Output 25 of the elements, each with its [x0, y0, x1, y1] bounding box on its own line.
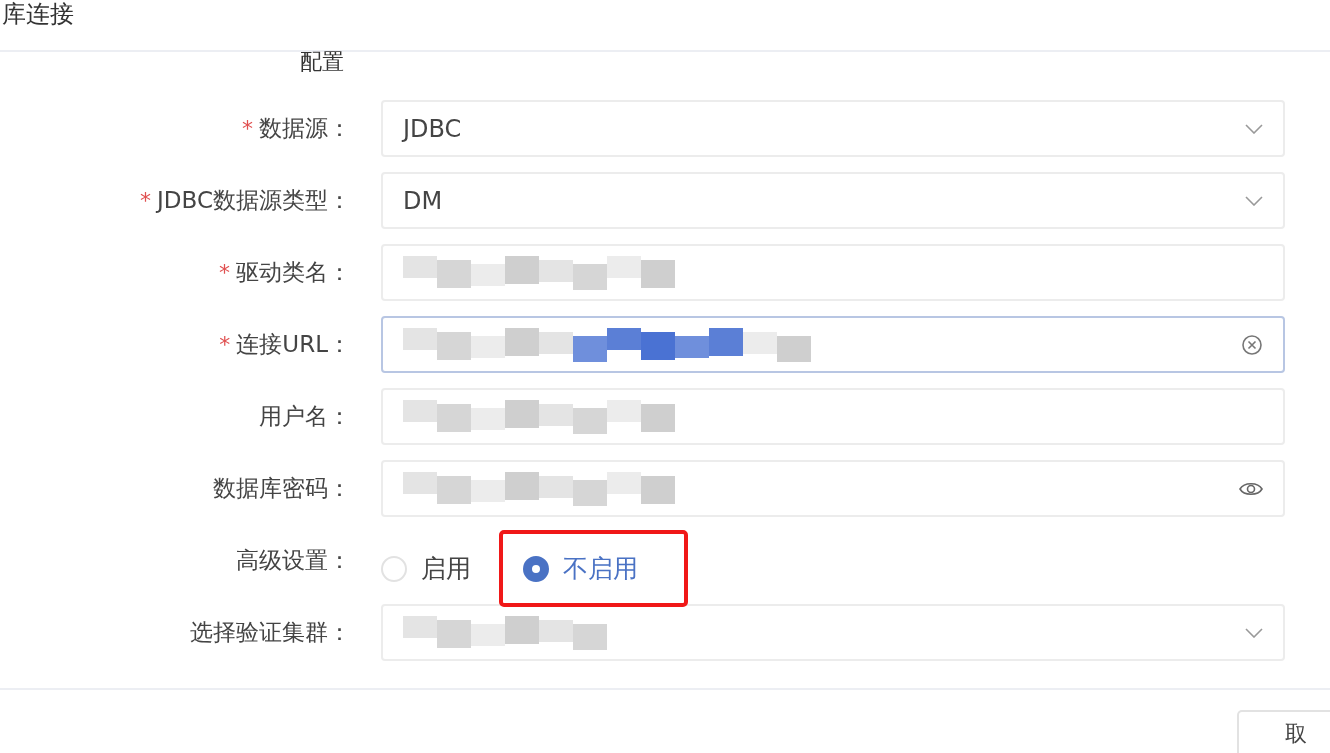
dialog-title: 库连接: [2, 0, 74, 30]
required-mark: *: [140, 187, 152, 215]
cancel-button[interactable]: 取: [1237, 710, 1330, 753]
required-mark: *: [219, 259, 230, 287]
select-field[interactable]: DM: [381, 172, 1285, 229]
clear-icon[interactable]: [1241, 333, 1263, 356]
field-label: 高级设置：: [236, 546, 351, 576]
select-field[interactable]: JDBC: [381, 100, 1285, 157]
field-label: 数据库密码：: [213, 474, 351, 504]
radio-option[interactable]: 启用: [381, 549, 471, 588]
chevron-down-icon: [1245, 195, 1263, 206]
field-label: 连接URL：: [236, 330, 351, 360]
field-label: 数据源：: [259, 114, 351, 144]
section-title: 配置: [300, 48, 345, 76]
chevron-down-icon: [1245, 627, 1263, 638]
radio-option[interactable]: 不启用: [523, 549, 638, 588]
field-label: 驱动类名：: [236, 258, 351, 288]
input-field[interactable]: [381, 316, 1285, 373]
chevron-down-icon: [1245, 123, 1263, 134]
required-mark: *: [242, 115, 253, 143]
field-label: 选择验证集群：: [190, 618, 351, 648]
field-label: JDBC数据源类型：: [157, 186, 351, 216]
required-mark: *: [219, 331, 231, 359]
select-field[interactable]: [381, 604, 1285, 661]
field-label: 用户名：: [259, 402, 351, 432]
